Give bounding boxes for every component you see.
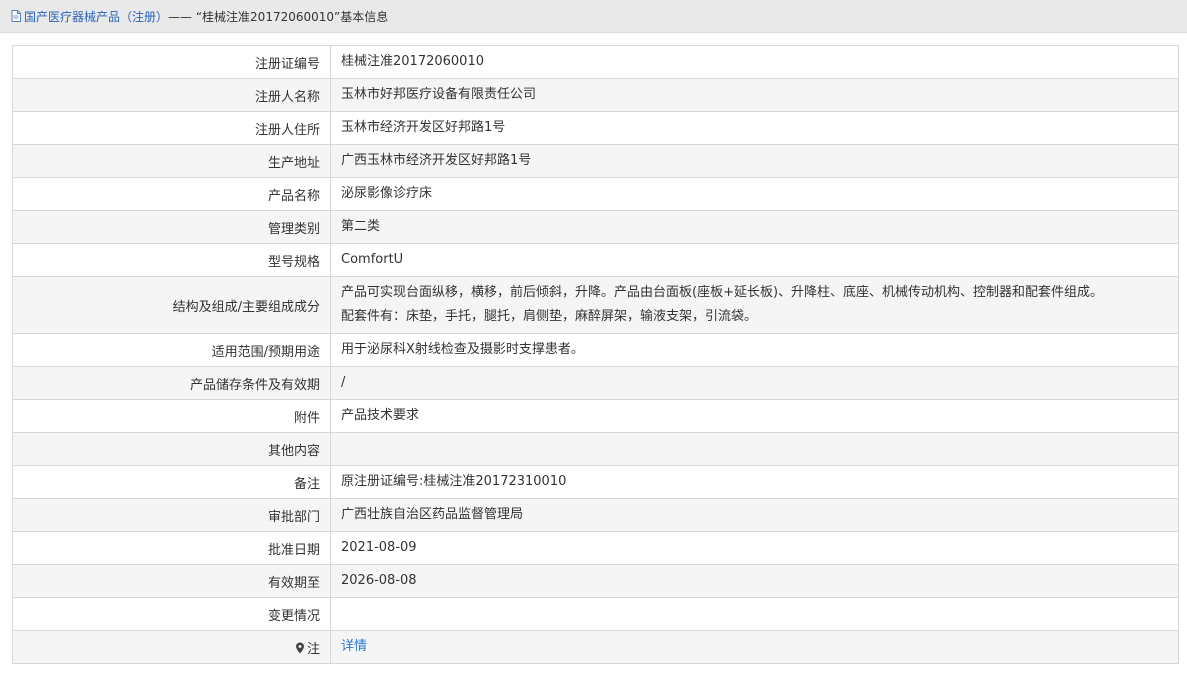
row-value-line: 配套件有：床垫，手托，腿托，肩侧垫，麻醉屏架，输液支架，引流袋。 [341,309,758,324]
row-value: 泌尿影像诊疗床 [330,177,1179,211]
table-row: 有效期至 2026-08-08 [12,564,1179,598]
table-row: 变更情况 [12,597,1179,631]
row-value: 2026-08-08 [330,564,1179,598]
row-value: 玉林市好邦医疗设备有限责任公司 [330,78,1179,112]
row-value: 2021-08-09 [330,531,1179,565]
breadcrumb-category-link[interactable]: 国产医疗器械产品（注册） [24,8,168,25]
row-label: 生产地址 [12,144,331,178]
row-label: 注册人住所 [12,111,331,145]
row-label: 有效期至 [12,564,331,598]
page-title: —— “桂械注准20172060010”基本信息 [168,9,389,24]
row-value: 广西壮族自治区药品监督管理局 [330,498,1179,532]
row-label: 批准日期 [12,531,331,565]
table-row: 型号规格 ComfortU [12,243,1179,277]
row-label: 型号规格 [12,243,331,277]
row-label: 注册人名称 [12,78,331,112]
table-row: 注册人名称 玉林市好邦医疗设备有限责任公司 [12,78,1179,112]
row-value: / [330,366,1179,400]
table-row: 生产地址 广西玉林市经济开发区好邦路1号 [12,144,1179,178]
row-value: 详情 [330,630,1179,664]
table-row: 注 详情 [12,630,1179,664]
row-label: 变更情况 [12,597,331,631]
row-value: ComfortU [330,243,1179,277]
table-row: 附件 产品技术要求 [12,399,1179,433]
row-value: 原注册证编号:桂械注准20172310010 [330,465,1179,499]
row-value: 用于泌尿科X射线检查及摄影时支撑患者。 [330,333,1179,367]
row-label: 适用范围/预期用途 [12,333,331,367]
row-label: 注册证编号 [12,45,331,79]
table-row: 结构及组成/主要组成成分 产品可实现台面纵移，横移，前后倾斜，升降。产品由台面板… [12,276,1179,334]
row-label: 其他内容 [12,432,331,466]
row-label: 附件 [12,399,331,433]
row-value: 桂械注准20172060010 [330,45,1179,79]
table-row: 备注 原注册证编号:桂械注准20172310010 [12,465,1179,499]
row-value: 第二类 [330,210,1179,244]
table-row: 其他内容 [12,432,1179,466]
table-row: 注册证编号 桂械注准20172060010 [12,45,1179,79]
row-label: 产品储存条件及有效期 [12,366,331,400]
table-row: 审批部门 广西壮族自治区药品监督管理局 [12,498,1179,532]
row-value: 玉林市经济开发区好邦路1号 [330,111,1179,145]
row-label: 审批部门 [12,498,331,532]
row-label: 产品名称 [12,177,331,211]
product-info-table: 注册证编号 桂械注准20172060010 注册人名称 玉林市好邦医疗设备有限责… [12,45,1179,664]
row-label: 结构及组成/主要组成成分 [12,276,331,334]
details-link[interactable]: 详情 [341,639,367,654]
table-row: 批准日期 2021-08-09 [12,531,1179,565]
row-value [330,432,1179,466]
row-label: 备注 [12,465,331,499]
row-value: 产品技术要求 [330,399,1179,433]
table-row: 产品储存条件及有效期 / [12,366,1179,400]
table-row: 注册人住所 玉林市经济开发区好邦路1号 [12,111,1179,145]
row-label: 注 [12,630,331,664]
table-row: 产品名称 泌尿影像诊疗床 [12,177,1179,211]
table-row: 适用范围/预期用途 用于泌尿科X射线检查及摄影时支撑患者。 [12,333,1179,367]
row-value [330,597,1179,631]
row-value: 广西玉林市经济开发区好邦路1号 [330,144,1179,178]
row-value: 产品可实现台面纵移，横移，前后倾斜，升降。产品由台面板(座板+延长板)、升降柱、… [330,276,1179,334]
row-value-line: 产品可实现台面纵移，横移，前后倾斜，升降。产品由台面板(座板+延长板)、升降柱、… [341,285,1104,300]
row-label: 管理类别 [12,210,331,244]
table-row: 管理类别 第二类 [12,210,1179,244]
page-header: 国产医疗器械产品（注册） —— “桂械注准20172060010”基本信息 [0,0,1187,33]
note-label: 注 [306,641,320,657]
document-icon [11,10,21,22]
pin-icon [295,642,305,654]
